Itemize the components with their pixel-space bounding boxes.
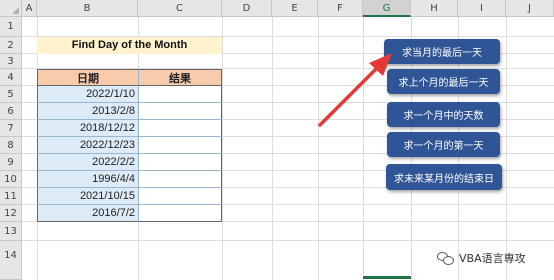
red-arrow-annotation	[318, 53, 392, 127]
wechat-icon	[437, 251, 455, 266]
watermark: VBA语言専攻	[437, 248, 526, 268]
arrow-shaft	[318, 62, 383, 127]
active-column-indicator	[363, 276, 411, 279]
watermark-text: VBA语言専攻	[459, 252, 526, 265]
worksheet: A B C D E F G H I J 1 2 3 4 5 6 7 8 9 10…	[0, 0, 554, 280]
